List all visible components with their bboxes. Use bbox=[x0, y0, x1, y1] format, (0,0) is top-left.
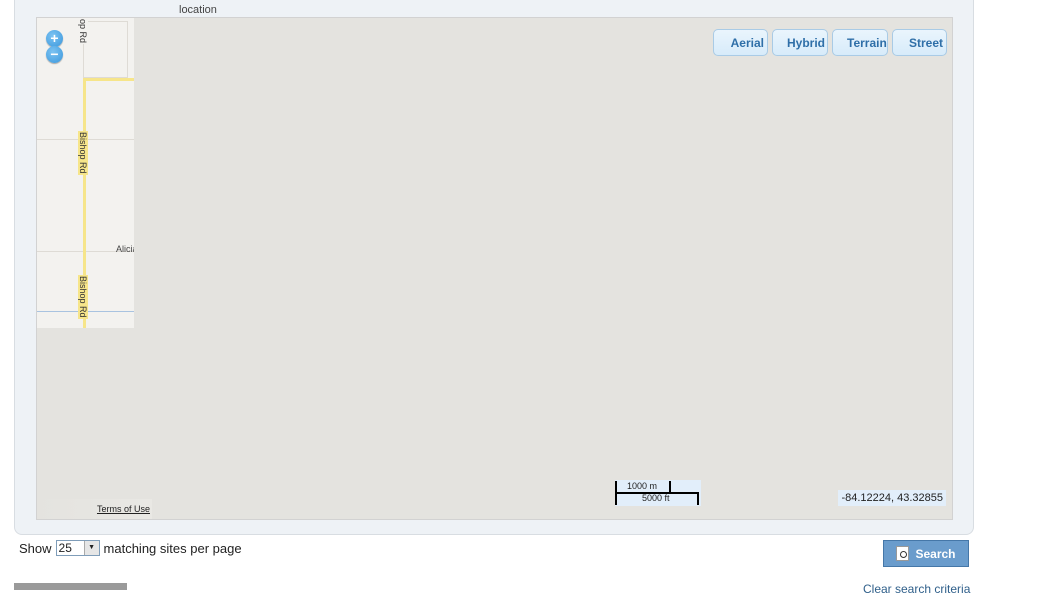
scale-tick bbox=[697, 492, 699, 505]
per-page-control: Show 25 ▼ matching sites per page bbox=[19, 540, 242, 556]
per-page-select[interactable]: 25 ▼ bbox=[55, 540, 100, 556]
terms-of-use-link[interactable]: Terms of Use bbox=[97, 504, 150, 514]
show-label: Show bbox=[19, 540, 52, 556]
layer-street-button[interactable]: Street bbox=[892, 29, 947, 56]
road-label: op Rd bbox=[78, 18, 88, 45]
per-page-suffix: matching sites per page bbox=[103, 540, 242, 556]
parcel-outline bbox=[83, 21, 128, 78]
scale-bar: 1000 m 5000 ft bbox=[615, 480, 701, 506]
layer-terrain-button[interactable]: Terrain bbox=[832, 29, 888, 56]
coordinates-readout: -84.12224, 43.32855 bbox=[838, 490, 946, 506]
search-button[interactable]: Search bbox=[883, 540, 969, 567]
layer-aerial-button[interactable]: Aerial bbox=[713, 29, 768, 56]
road-label: Bishop Rd bbox=[78, 131, 88, 175]
scale-imperial-label: 5000 ft bbox=[642, 493, 670, 503]
search-label: Search bbox=[915, 546, 956, 561]
scale-tick bbox=[669, 481, 671, 493]
location-label: location bbox=[179, 4, 217, 16]
dropdown-arrow-icon[interactable]: ▼ bbox=[83, 541, 99, 555]
search-icon bbox=[896, 546, 910, 561]
map-layer-switcher: Aerial Hybrid Terrain Street bbox=[713, 29, 947, 56]
scale-line bbox=[615, 492, 699, 494]
zoom-in-button[interactable]: + bbox=[46, 30, 63, 47]
layer-hybrid-button[interactable]: Hybrid bbox=[772, 29, 828, 56]
clear-search-link[interactable]: Clear search criteria bbox=[863, 582, 970, 596]
map-view[interactable]: op Rd Bishop Rd Bishop Rd Alicia + − Aer… bbox=[36, 17, 953, 520]
zoom-out-button[interactable]: − bbox=[46, 46, 63, 63]
road-label: Bishop Rd bbox=[78, 275, 88, 319]
map-tile: op Rd Bishop Rd Bishop Rd Alicia bbox=[37, 18, 134, 328]
place-label: Alicia bbox=[116, 244, 134, 254]
per-page-value: 25 bbox=[58, 541, 72, 555]
scale-metric-label: 1000 m bbox=[627, 481, 658, 491]
terms-bar: Terms of Use bbox=[37, 499, 152, 519]
road-line bbox=[83, 78, 134, 81]
grey-tab bbox=[14, 583, 127, 590]
